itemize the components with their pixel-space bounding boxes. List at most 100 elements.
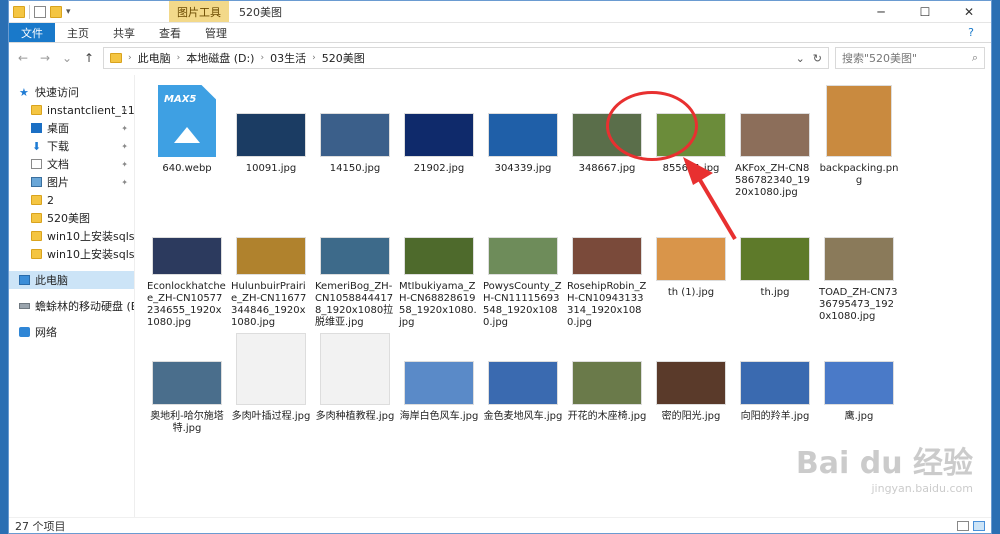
file-item[interactable]: 开花的木座椅.jpg (565, 329, 649, 453)
nav-drive-e[interactable]: 蟾蜍林的移动硬盘 (E:) (9, 297, 134, 315)
file-item[interactable]: 奥地利-哈尔施塔特.jpg (145, 329, 229, 453)
search-icon: ⌕ (971, 51, 978, 64)
nav-item-instantclient[interactable]: instantclient_11_2 ✦ (9, 101, 134, 119)
breadcrumb-520[interactable]: 520美图 (322, 50, 365, 66)
nav-label: 文档 (47, 158, 69, 171)
customize-qat-icon[interactable]: ▾ (66, 7, 71, 17)
view-switcher (957, 520, 991, 531)
up-button[interactable]: ↑ (81, 51, 97, 65)
file-name: th (1).jpg (667, 287, 715, 298)
nav-quick-access[interactable]: ★ 快速访问 (9, 83, 134, 101)
nav-this-pc[interactable]: 此电脑 (9, 271, 134, 289)
watermark: Bai du 经验 jingyan.baidu.com (796, 438, 973, 495)
file-item[interactable]: 304339.jpg (481, 81, 565, 205)
nav-label: 此电脑 (35, 274, 68, 287)
breadcrumb-03life[interactable]: 03生活 (270, 50, 306, 66)
tab-share[interactable]: 共享 (101, 23, 147, 42)
file-name: MtIbukiyama_ZH-CN6882861958_1920x1080.jp… (399, 281, 477, 328)
nav-label: 图片 (47, 176, 69, 189)
minimize-button[interactable]: ─ (859, 1, 903, 22)
main-area: ★ 快速访问 instantclient_11_2 ✦ 桌面 ✦ ⬇ 下载 ✦ … (9, 75, 991, 517)
nav-item-desktop[interactable]: 桌面 ✦ (9, 119, 134, 137)
file-name: 304339.jpg (494, 163, 552, 174)
pin-icon: ✦ (121, 105, 128, 115)
address-bar[interactable]: › 此电脑 › 本地磁盘 (D:) › 03生活 › 520美图 ⌄ ↻ (103, 47, 829, 69)
file-item[interactable]: RosehipRobin_ZH-CN10943133314_1920x1080.… (565, 205, 649, 329)
folder-icon (13, 5, 25, 18)
recent-locations-button[interactable]: ⌄ (59, 51, 75, 65)
tab-file[interactable]: 文件 (9, 23, 55, 42)
watermark-main: Bai du 经验 (795, 446, 973, 481)
file-item[interactable]: HulunbuirPrairie_ZH-CN11677344846_1920x1… (229, 205, 313, 329)
back-button[interactable]: ← (15, 51, 31, 65)
nav-item-520[interactable]: 520美图 (9, 209, 134, 227)
file-item[interactable]: 14150.jpg (313, 81, 397, 205)
network-icon (19, 327, 30, 337)
large-icons-view-icon[interactable] (973, 520, 985, 531)
nav-item-pictures[interactable]: 图片 ✦ (9, 173, 134, 191)
address-dropdown-button[interactable]: ⌄ (796, 52, 805, 65)
properties-icon[interactable] (34, 5, 46, 18)
file-name: 多肉叶插过程.jpg (231, 411, 311, 422)
file-name: 奥地利-哈尔施塔特.jpg (150, 411, 224, 434)
file-item[interactable]: TOAD_ZH-CN7336795473_1920x1080.jpg (817, 205, 901, 329)
image-thumbnail (826, 85, 892, 157)
picture-icon (31, 177, 42, 187)
tab-view[interactable]: 查看 (147, 23, 193, 42)
file-item[interactable]: Econlockhatchee_ZH-CN10577234655_1920x10… (145, 205, 229, 329)
file-name: 密的阳光.jpg (661, 411, 721, 422)
title-bar: ▾ 图片工具 520美图 ─ ☐ ✕ (9, 1, 991, 23)
details-view-icon[interactable] (957, 520, 969, 531)
file-item[interactable]: 21902.jpg (397, 81, 481, 205)
file-item[interactable]: MAX5 640.webp (145, 81, 229, 205)
file-name: 14150.jpg (329, 163, 381, 174)
file-item[interactable]: KemeriBog_ZH-CN10588444178_1920x1080拉脱维亚… (313, 205, 397, 329)
search-input[interactable]: 搜索"520美图" ⌕ (835, 47, 985, 69)
pin-icon: ✦ (121, 123, 128, 133)
forward-button[interactable]: → (37, 51, 53, 65)
image-thumbnail (824, 237, 894, 281)
nav-network[interactable]: 网络 (9, 323, 134, 341)
arrow-shaft (695, 173, 737, 241)
file-name: KemeriBog_ZH-CN10588444178_1920x1080拉脱维亚… (315, 281, 394, 328)
image-thumbnail (656, 361, 726, 405)
nav-item-2[interactable]: 2 (9, 191, 134, 209)
image-thumbnail (824, 361, 894, 405)
file-item[interactable]: backpacking.png (817, 81, 901, 205)
tab-home[interactable]: 主页 (55, 23, 101, 42)
file-item[interactable]: 多肉种植教程.jpg (313, 329, 397, 453)
computer-icon (19, 275, 30, 285)
item-count: 27 个项目 (15, 519, 66, 533)
breadcrumb-drive-d[interactable]: 本地磁盘 (D:) (186, 50, 254, 66)
file-item[interactable]: 向阳的羚羊.jpg (733, 329, 817, 453)
nav-item-downloads[interactable]: ⬇ 下载 ✦ (9, 137, 134, 155)
tab-manage[interactable]: 管理 (193, 23, 239, 42)
download-icon: ⬇ (31, 139, 42, 153)
refresh-button[interactable]: ↻ (813, 52, 822, 65)
file-item[interactable]: MtIbukiyama_ZH-CN6882861958_1920x1080.jp… (397, 205, 481, 329)
new-folder-icon[interactable] (50, 5, 62, 18)
maximize-button[interactable]: ☐ (903, 1, 947, 22)
nav-item-sqlserver-1[interactable]: win10上安装sqlserve (9, 227, 134, 245)
breadcrumb-this-pc[interactable]: 此电脑 (138, 50, 171, 66)
star-icon: ★ (19, 85, 29, 99)
nav-label: 蟾蜍林的移动硬盘 (E:) (35, 300, 135, 313)
file-item[interactable]: 10091.jpg (229, 81, 313, 205)
file-name: 开花的木座椅.jpg (567, 411, 647, 422)
file-item[interactable]: 海岸白色风车.jpg (397, 329, 481, 453)
desktop-icon (31, 123, 42, 133)
file-item[interactable]: 多肉叶插过程.jpg (229, 329, 313, 453)
file-item[interactable]: 鹰.jpg (817, 329, 901, 453)
pin-icon: ✦ (121, 141, 128, 151)
nav-label: win10上安装sqlserve (47, 230, 135, 243)
image-thumbnail (488, 361, 558, 405)
close-button[interactable]: ✕ (947, 1, 991, 22)
nav-item-documents[interactable]: 文档 ✦ (9, 155, 134, 173)
help-icon[interactable]: ? (951, 23, 991, 42)
nav-item-sqlserver-2[interactable]: win10上安装sqlserve (9, 245, 134, 263)
file-item[interactable]: 金色麦地风车.jpg (481, 329, 565, 453)
file-item[interactable]: 密的阳光.jpg (649, 329, 733, 453)
ribbon-spacer (239, 23, 951, 42)
file-item[interactable]: PowysCounty_ZH-CN11115693548_1920x1080.j… (481, 205, 565, 329)
file-list: MAX5 640.webp 10091.jpg 14150.jpg 21902.jpg 3… (135, 75, 991, 517)
